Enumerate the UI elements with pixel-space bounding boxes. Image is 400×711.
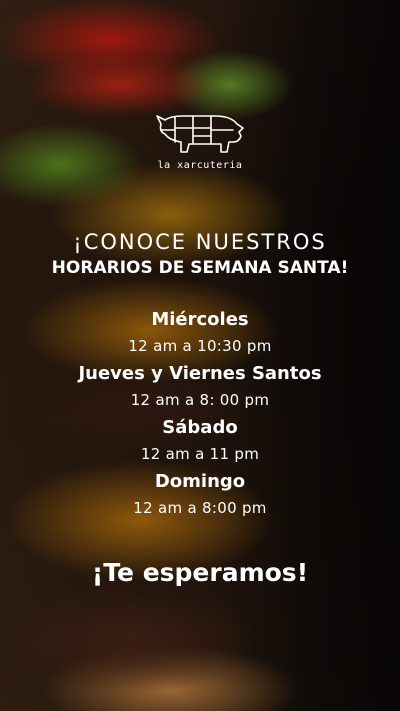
schedule-entry-wednesday: Miércoles 12 am a 10:30 pm: [0, 306, 400, 360]
schedule-entry-sunday: Domingo 12 am a 8:00 pm: [0, 468, 400, 522]
headline-line-2: HORARIOS DE SEMANA SANTA!: [51, 258, 349, 278]
schedule-list: Miércoles 12 am a 10:30 pm Jueves y Vier…: [0, 306, 400, 522]
schedule-day: Jueves y Viernes Santos: [78, 363, 322, 384]
schedule-day: Miércoles: [151, 309, 249, 330]
brand-logo: la xarcuteria: [150, 108, 250, 180]
pig-butcher-chart-icon: [156, 115, 244, 153]
schedule-hours: 12 am a 8:00 pm: [133, 499, 267, 517]
schedule-day: Domingo: [154, 471, 246, 492]
schedule-day: Sábado: [162, 417, 238, 438]
schedule-hours: 12 am a 8: 00 pm: [130, 391, 270, 409]
closing-message: ¡Te esperamos!: [91, 558, 309, 587]
schedule-hours: 12 am a 10:30 pm: [128, 337, 272, 355]
schedule-entry-thursday-friday: Jueves y Viernes Santos 12 am a 8: 00 pm: [0, 360, 400, 414]
headline-line-1: ¡CONOCE NUESTROS: [73, 230, 327, 254]
story-card: la xarcuteria ¡CONOCE NUESTROS HORARIOS …: [0, 0, 400, 711]
schedule-hours: 12 am a 11 pm: [140, 445, 260, 463]
main-content: ¡CONOCE NUESTROS HORARIOS DE SEMANA SANT…: [0, 228, 400, 587]
brand-name: la xarcuteria: [157, 160, 243, 171]
schedule-entry-saturday: Sábado 12 am a 11 pm: [0, 414, 400, 468]
